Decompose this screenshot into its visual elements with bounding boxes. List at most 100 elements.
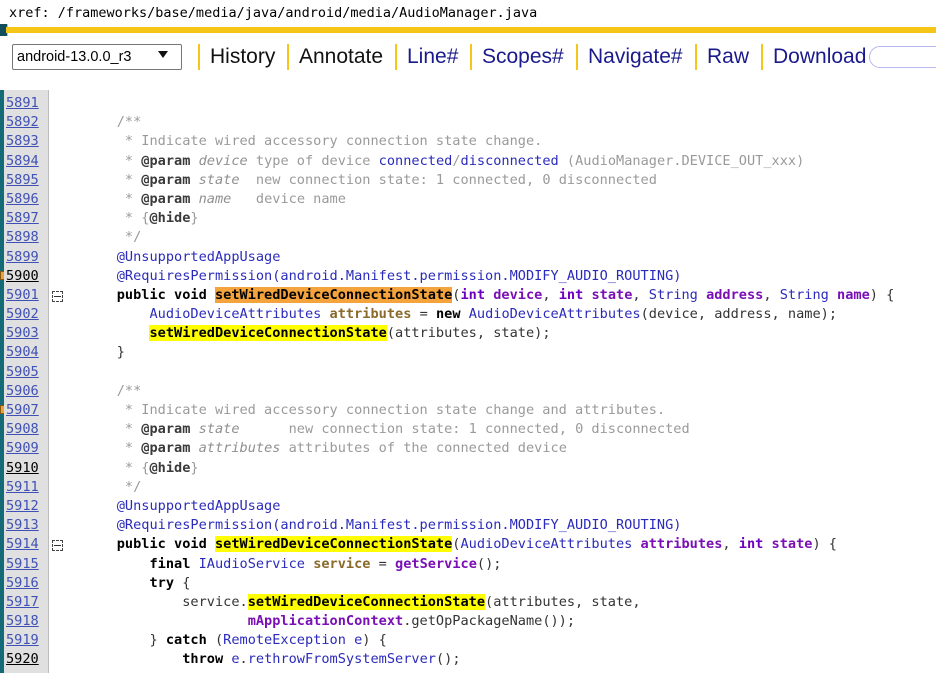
symbol-link[interactable]: connected	[379, 153, 453, 169]
code-token: ,	[722, 536, 739, 553]
toolbar-link-line[interactable]: Line#	[407, 42, 458, 72]
code-line: 5916 try {	[0, 574, 936, 593]
toolbar-link-history[interactable]: History	[210, 42, 275, 72]
toolbar: android-13.0.0_r3 History Annotate Line# Sc…	[0, 42, 936, 82]
code-line: 5921 }	[0, 670, 936, 673]
symbol-reference-highlight[interactable]: setWiredDeviceConnectionState	[149, 325, 387, 342]
line-number[interactable]: 5913	[4, 516, 46, 535]
symbol-link[interactable]: e	[231, 651, 239, 667]
line-number[interactable]: 5895	[4, 171, 46, 190]
fold-toggle-icon[interactable]	[52, 290, 63, 302]
code-text: * {@hide}	[84, 209, 199, 228]
code-viewer[interactable]: 5891 5892 /** 5893 * Indicate wired access…	[0, 90, 936, 673]
line-number[interactable]: 5905	[4, 363, 46, 382]
symbol-link[interactable]: AudioDeviceAttributes	[460, 536, 632, 552]
code-text: final IAudioService service = getService…	[84, 555, 501, 574]
code-line: 5899 @UnsupportedAppUsage	[0, 248, 936, 267]
line-number[interactable]: 5899	[4, 248, 46, 267]
line-number[interactable]: 5892	[4, 113, 46, 132]
line-number[interactable]: 5912	[4, 497, 46, 516]
line-number[interactable]: 5897	[4, 209, 46, 228]
line-number[interactable]: 5894	[4, 152, 46, 171]
symbol-link[interactable]: rethrowFromSystemServer	[248, 651, 436, 667]
search-input[interactable]	[869, 46, 936, 68]
code-token: /	[452, 152, 461, 169]
code-token: @param	[141, 440, 191, 457]
toolbar-separator	[576, 44, 578, 70]
line-number[interactable]: 5904	[4, 343, 46, 362]
code-line: 5901 public void setWiredDeviceConnectio…	[0, 286, 936, 305]
line-number[interactable]: 5903	[4, 324, 46, 343]
line-number[interactable]: 5914	[4, 535, 46, 554]
code-token: */	[84, 478, 142, 495]
symbol-reference-highlight[interactable]: setWiredDeviceConnectionState	[214, 536, 453, 553]
symbol-link[interactable]: String	[649, 287, 698, 303]
code-line: 5914 public void setWiredDeviceConnectio…	[0, 535, 936, 554]
symbol-link[interactable]: AudioDeviceAttributes	[149, 306, 321, 322]
code-token: ();	[435, 651, 461, 668]
line-number[interactable]: 5898	[4, 228, 46, 247]
line-number[interactable]: 5906	[4, 382, 46, 401]
code-token: (attributes, state,	[485, 593, 641, 610]
code-text: * @param device type of device connected…	[84, 152, 804, 171]
code-line: 5917 service.setWiredDeviceConnectionSta…	[0, 593, 936, 612]
line-number[interactable]: 5891	[4, 94, 46, 113]
line-number[interactable]: 5896	[4, 190, 46, 209]
symbol-link[interactable]: disconnected	[461, 153, 559, 169]
line-number[interactable]: 5908	[4, 420, 46, 439]
line-number[interactable]: 5900	[4, 267, 46, 286]
code-token: ();	[476, 555, 502, 572]
line-number[interactable]: 5915	[4, 555, 46, 574]
line-number[interactable]: 5910	[4, 459, 46, 478]
line-number[interactable]: 5916	[4, 574, 46, 593]
code-line: 5902 AudioDeviceAttributes attributes = …	[0, 305, 936, 324]
line-number[interactable]: 5901	[4, 286, 46, 305]
symbol-link[interactable]: @UnsupportedAppUsage	[84, 498, 281, 514]
version-select[interactable]: android-13.0.0_r3	[12, 44, 182, 70]
symbol-link[interactable]: AudioDeviceAttributes	[469, 306, 641, 322]
symbol-link[interactable]: RemoteException	[223, 632, 346, 648]
line-number[interactable]: 5902	[4, 305, 46, 324]
code-line: 5905	[0, 363, 936, 382]
line-number[interactable]: 5919	[4, 631, 46, 650]
line-number[interactable]: 5909	[4, 439, 46, 458]
toolbar-link-scopes[interactable]: Scopes#	[482, 42, 564, 72]
symbol-link[interactable]: @RequiresPermission(android.Manifest.per…	[84, 517, 682, 533]
code-text: */	[84, 228, 141, 247]
toolbar-separator	[761, 44, 763, 70]
symbol-link[interactable]: @RequiresPermission(android.Manifest.per…	[84, 268, 682, 284]
line-number[interactable]: 5907	[4, 401, 46, 420]
toolbar-link-raw[interactable]: Raw	[707, 42, 749, 72]
fold-toggle-icon[interactable]	[52, 540, 63, 552]
line-number[interactable]: 5921	[4, 670, 46, 673]
line-number[interactable]: 5893	[4, 132, 46, 151]
code-text: * {@hide}	[84, 459, 199, 478]
symbol-link[interactable]: String	[780, 287, 829, 303]
symbol-link[interactable]: @UnsupportedAppUsage	[84, 249, 281, 265]
toolbar-link-download[interactable]: Download	[773, 42, 866, 72]
toolbar-link-annotate[interactable]: Annotate	[299, 42, 383, 72]
code-text: }	[84, 343, 125, 362]
toolbar-separator	[470, 44, 472, 70]
symbol-link[interactable]: IAudioService	[199, 556, 305, 572]
code-line: 5891	[0, 94, 936, 113]
line-number[interactable]: 5918	[4, 612, 46, 631]
code-text: } catch (RemoteException e) {	[84, 631, 386, 650]
line-number[interactable]: 5917	[4, 593, 46, 612]
code-token: getService	[395, 555, 477, 572]
symbol-reference-highlight[interactable]: setWiredDeviceConnectionState	[247, 593, 486, 610]
symbol-definition-highlight[interactable]: setWiredDeviceConnectionState	[214, 286, 453, 303]
code-token: catch	[165, 632, 207, 649]
line-number[interactable]: 5920	[4, 650, 46, 669]
code-token: public void	[84, 536, 215, 553]
line-number[interactable]: 5911	[4, 478, 46, 497]
code-token: ,	[542, 286, 559, 303]
toolbar-link-navigate[interactable]: Navigate#	[588, 42, 683, 72]
code-line: 5904 }	[0, 343, 936, 362]
code-line: 5895 * @param state new connection state…	[0, 171, 936, 190]
code-token: @param	[141, 190, 191, 207]
